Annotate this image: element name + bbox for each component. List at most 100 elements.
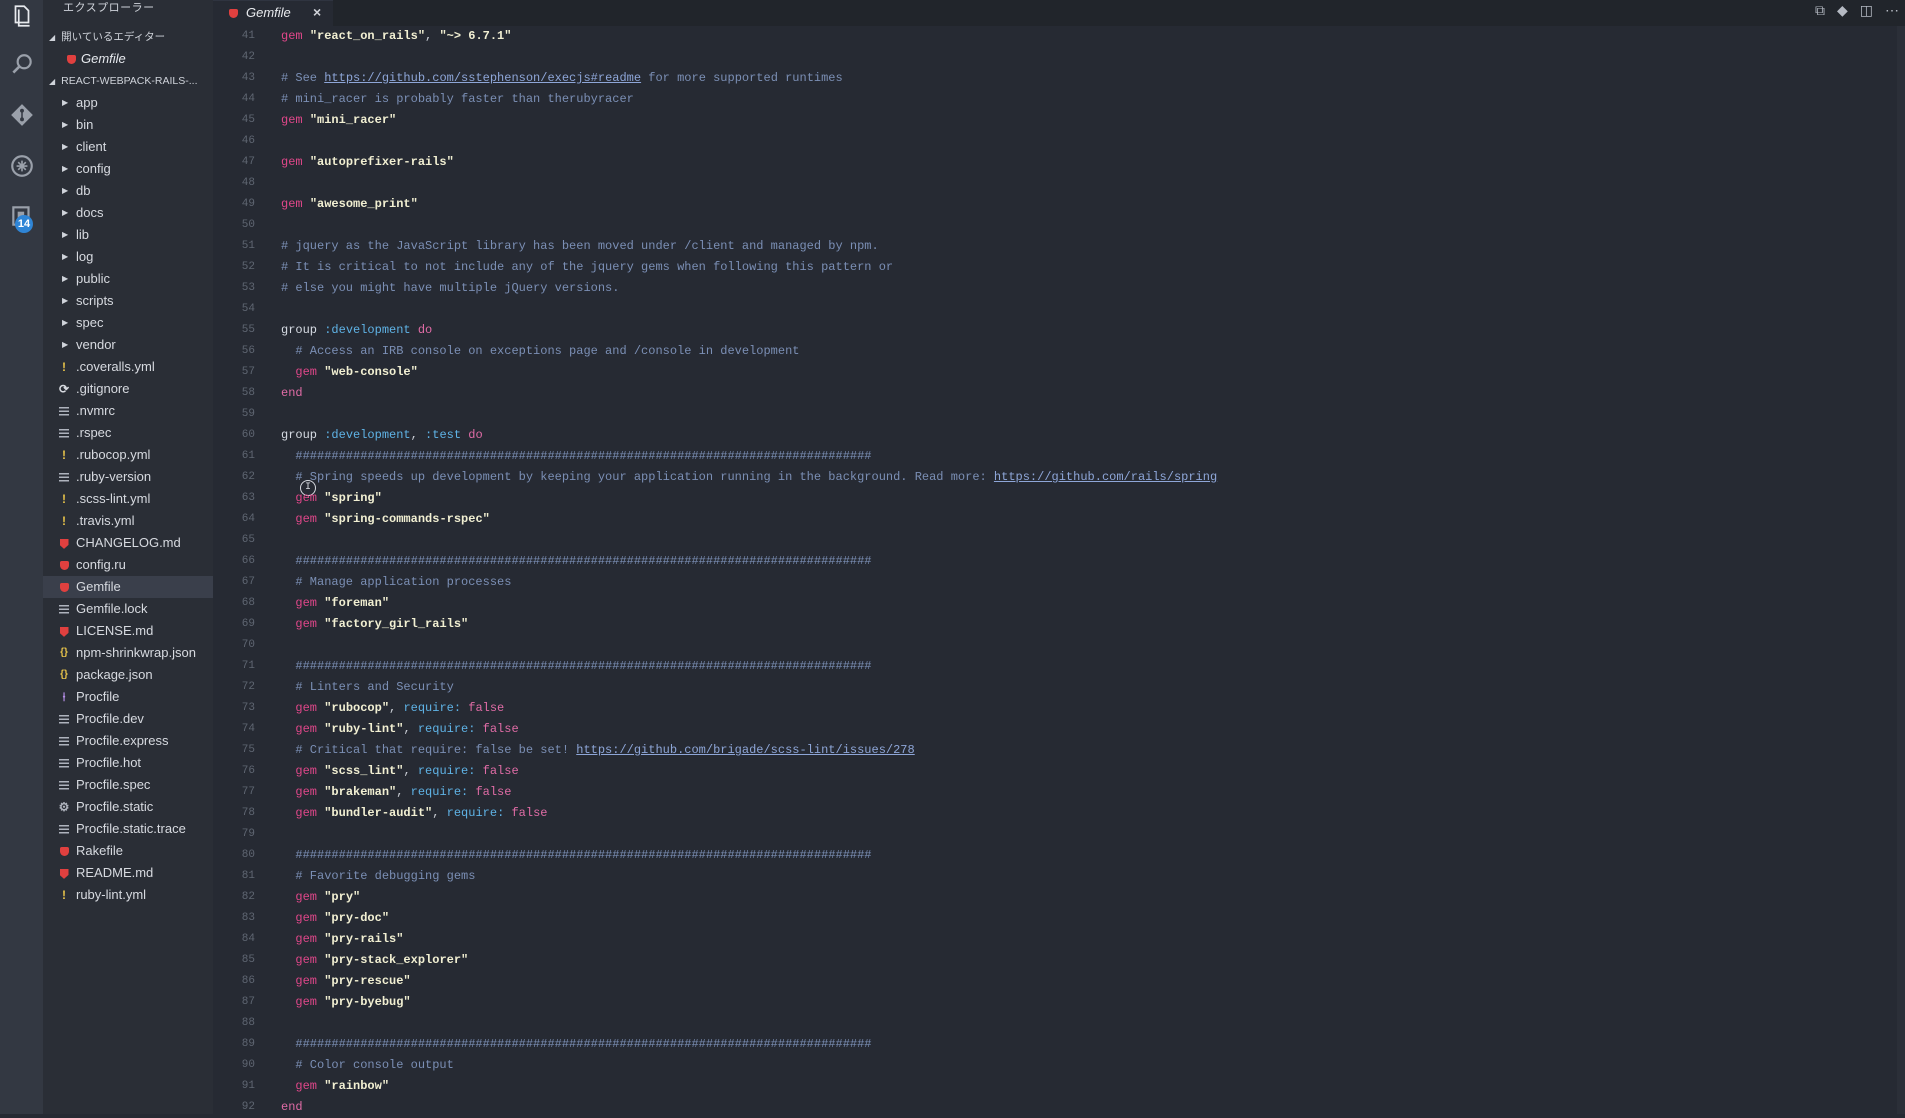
split-editor-icon[interactable]: ◫ [1860,2,1873,19]
code-text: # See https://github.com/sstephenson/exe… [281,68,843,89]
search-icon[interactable] [6,49,38,81]
code-token: "ruby-lint" [324,722,404,736]
editor-scrollbar[interactable] [1897,26,1905,1114]
text-file-icon [57,752,71,774]
file-item[interactable]: Procfile.dev [43,708,213,730]
folder-item[interactable]: ▶ scripts [43,290,213,312]
code-text: gem "factory_girl_rails" [281,614,468,635]
code-line: 85 gem "pry-stack_explorer" [213,950,1893,971]
code-line: 52 # It is critical to not include any of… [213,257,1893,278]
file-tree: ▶ app ▶ bin ▶ client ▶ config ▶ db ▶ docs ▶ lib ▶ log ▶ p… [43,92,213,906]
folder-item[interactable]: ▶ log [43,246,213,268]
code-token: # Access an IRB console on exceptions pa… [281,344,800,358]
code-line: 63 gem "spring" [213,488,1893,509]
open-changes-icon[interactable]: ⧉ [1815,2,1825,19]
code-line: 74 gem "ruby-lint", require: false [213,719,1893,740]
explorer-icon[interactable] [6,0,38,32]
file-item[interactable]: ⍿ Procfile [43,686,213,708]
file-item[interactable]: ! .rubocop.yml [43,444,213,466]
file-item[interactable]: Procfile.hot [43,752,213,774]
code-token: require: [403,701,462,715]
file-item[interactable]: .ruby-version [43,466,213,488]
git-icon[interactable] [6,99,38,131]
code-token: # Critical that require: false be set! [281,743,577,757]
code-link[interactable]: https://github.com/brigade/scss-lint/iss… [576,743,914,757]
code-text: ########################################… [281,656,871,677]
code-line: 51 # jquery as the JavaScript library has… [213,236,1893,257]
file-item[interactable]: Procfile.spec [43,774,213,796]
file-item[interactable]: Gemfile.lock [43,598,213,620]
code-token: gem [295,932,318,946]
git-diff-icon[interactable]: ◆ [1837,2,1848,19]
line-number: 54 [241,303,255,315]
folder-item[interactable]: ▶ vendor [43,334,213,356]
project-header[interactable]: ◢ REACT-WEBPACK-RAILS-... [43,70,213,92]
code-text: ########################################… [281,551,871,572]
code-line: 68 gem "foreman" [213,593,1893,614]
more-actions-icon[interactable]: ⋯ [1885,2,1899,19]
file-item[interactable]: README.md [43,862,213,884]
folder-item[interactable]: ▶ config [43,158,213,180]
file-item[interactable]: ⚙ Procfile.static [43,796,213,818]
file-item[interactable]: .nvmrc [43,400,213,422]
file-item[interactable]: ! .coveralls.yml [43,356,213,378]
code-token: :development [324,428,411,442]
open-editor-gemfile[interactable]: Gemfile [43,48,213,70]
folder-item[interactable]: ▶ lib [43,224,213,246]
code-line: 42 [213,47,1893,68]
file-item[interactable]: config.ru [43,554,213,576]
file-label: scripts [76,293,114,308]
folder-item[interactable]: ▶ db [43,180,213,202]
code-token: "rubocop" [324,701,390,715]
file-item[interactable]: ! .travis.yml [43,510,213,532]
file-label: Procfile.spec [76,777,151,792]
file-item[interactable]: Gemfile [43,576,213,598]
file-item[interactable]: Procfile.express [43,730,213,752]
code-token: "pry-rails" [324,932,404,946]
code-text: gem "pry-doc" [281,908,389,929]
file-item[interactable]: Rakefile [43,840,213,862]
close-icon[interactable]: × [313,4,321,20]
file-item[interactable]: CHANGELOG.md [43,532,213,554]
line-number: 41 [241,30,255,42]
code-token: gem [295,491,318,505]
folder-item[interactable]: ▶ app [43,92,213,114]
file-item[interactable]: {} npm-shrinkwrap.json [43,642,213,664]
code-token: gem [295,596,318,610]
debug-icon[interactable] [6,150,38,182]
code-link[interactable]: https://github.com/rails/spring [994,470,1217,484]
chevron-right-icon: ▶ [62,296,69,305]
file-item[interactable]: {} package.json [43,664,213,686]
file-item[interactable]: LICENSE.md [43,620,213,642]
chevron-right-icon: ▶ [62,186,69,195]
folder-item[interactable]: ▶ public [43,268,213,290]
file-item[interactable]: ⟳ .gitignore [43,378,213,400]
folder-item[interactable]: ▶ bin [43,114,213,136]
file-label: .ruby-version [76,469,152,484]
open-editors-header[interactable]: ◢ 開いているエディター [43,26,213,48]
code-editor[interactable]: I 41 gem "react_on_rails", "~> 6.7.1" 42 43… [213,26,1905,1114]
code-line: 70 [213,635,1893,656]
code-line: 41 gem "react_on_rails", "~> 6.7.1" [213,26,1893,47]
folder-item[interactable]: ▶ client [43,136,213,158]
file-item[interactable]: ! ruby-lint.yml [43,884,213,906]
tab-label: Gemfile [246,5,291,20]
code-token: gem [295,890,318,904]
file-item[interactable]: ! .scss-lint.yml [43,488,213,510]
file-item[interactable]: Procfile.static.trace [43,818,213,840]
tab-gemfile[interactable]: Gemfile × [213,0,333,27]
file-label: Rakefile [76,843,123,858]
code-text: gem "awesome_print" [281,194,418,215]
code-text: gem "ruby-lint", require: false [281,719,518,740]
line-number: 72 [241,681,255,693]
folder-item[interactable]: ▶ spec [43,312,213,334]
code-token: gem [281,113,303,127]
folder-item[interactable]: ▶ docs [43,202,213,224]
code-link[interactable]: https://github.com/sstephenson/execjs#re… [324,71,641,85]
file-item[interactable]: .rspec [43,422,213,444]
file-label: .scss-lint.yml [76,491,151,506]
code-token: # else you might have multiple jQuery ve… [281,281,620,295]
